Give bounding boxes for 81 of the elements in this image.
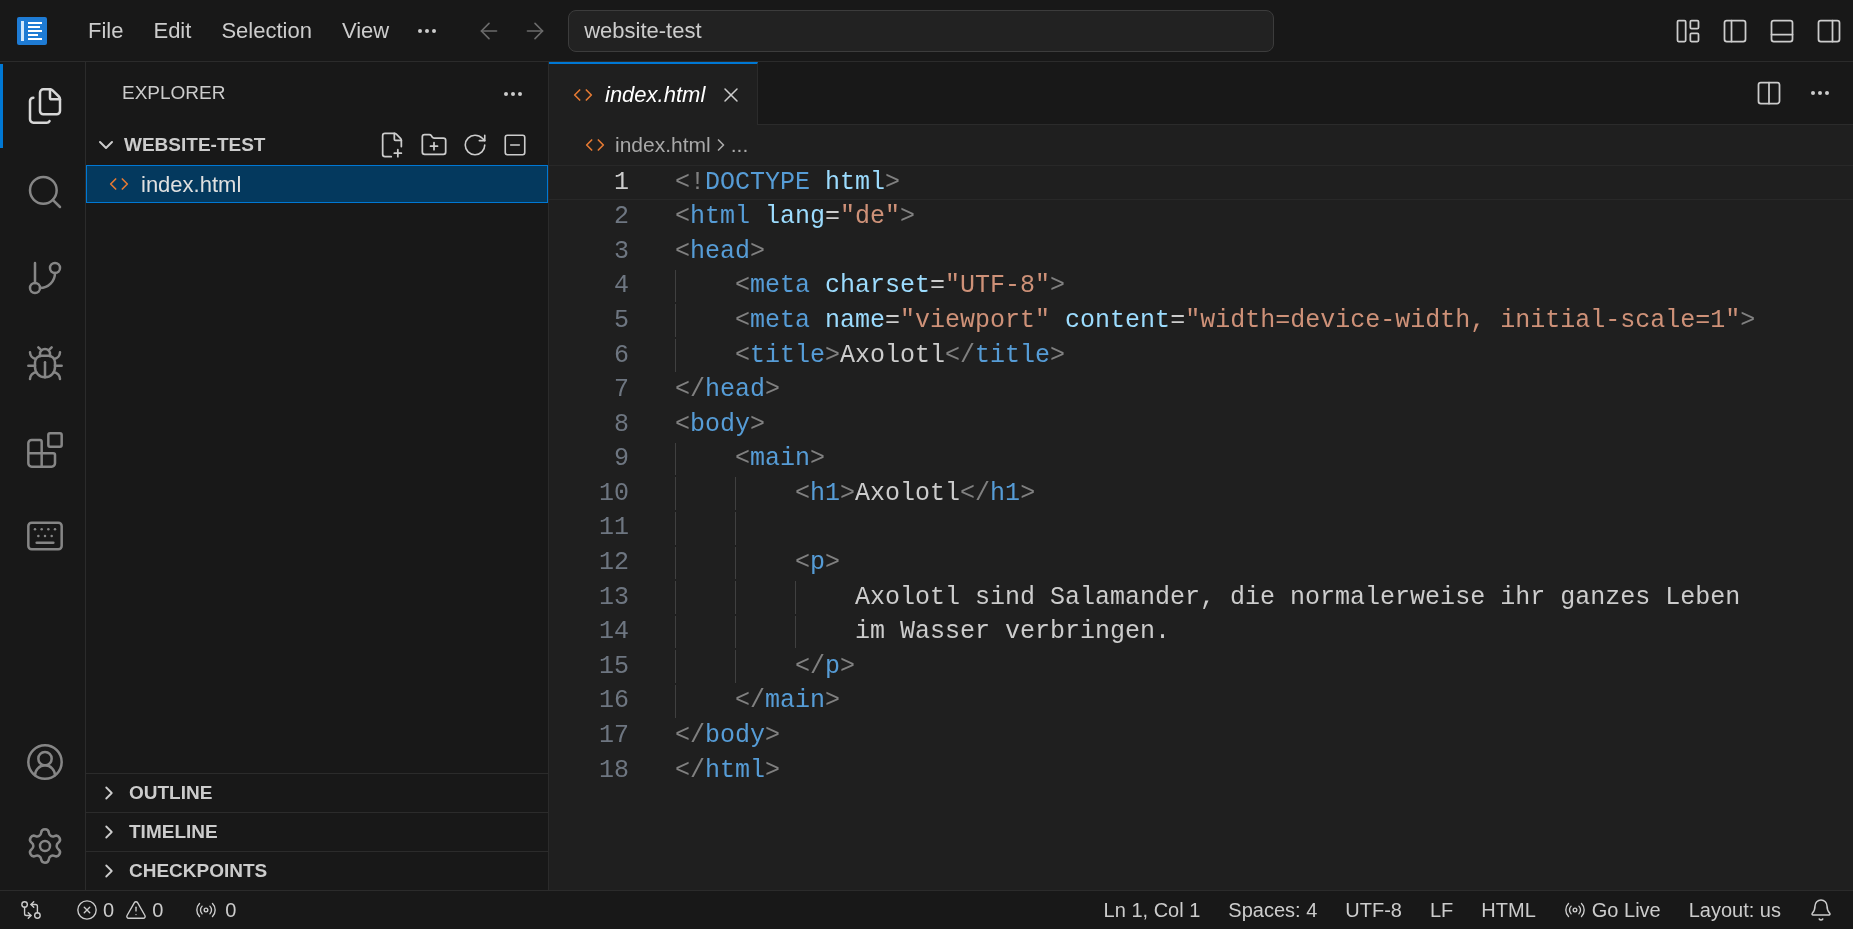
menu-item[interactable]: Edit — [138, 14, 207, 47]
code-line: <body> — [675, 408, 766, 441]
code-line: <meta charset="UTF-8"> — [734, 270, 1066, 303]
more-icon — [1811, 91, 1829, 95]
status-item[interactable]: Go Live — [1563, 895, 1661, 925]
notifications-button[interactable] — [1809, 898, 1833, 922]
line-number: 2 — [613, 201, 629, 234]
collapse-all-button[interactable] — [502, 131, 528, 159]
line-number: 5 — [613, 304, 629, 337]
sidebar-title: EXPLORER — [122, 81, 226, 106]
ports-button[interactable]: 0 — [195, 895, 237, 925]
code-line: </html> — [675, 754, 781, 787]
port-count: 0 — [225, 898, 237, 923]
line-number: 13 — [598, 581, 629, 614]
warning-count: 0 — [152, 898, 164, 923]
section-title: OUTLINE — [129, 780, 213, 805]
line-number: 17 — [598, 720, 629, 753]
warning-icon — [125, 899, 148, 921]
line-number: 14 — [598, 616, 629, 649]
error-count: 0 — [103, 898, 115, 923]
editor-tab[interactable]: index.html — [549, 62, 759, 125]
line-number: 8 — [613, 408, 629, 441]
more-button[interactable] — [504, 91, 522, 96]
line-number: 12 — [598, 547, 629, 580]
remote-button[interactable] — [20, 899, 42, 921]
line-number: 1 — [613, 166, 629, 199]
status-item[interactable]: Spaces: 4 — [1228, 895, 1318, 925]
status-item[interactable]: HTML — [1481, 895, 1536, 925]
line-number: 6 — [613, 339, 629, 372]
explorer-row[interactable]: index.html — [86, 165, 548, 203]
code-line: </main> — [734, 685, 841, 718]
status-item[interactable]: UTF-8 — [1345, 895, 1402, 925]
folder-header[interactable]: WEBSITE-TEST — [86, 125, 548, 165]
tab-label: index.html — [605, 81, 706, 109]
code-line: </body> — [675, 720, 781, 753]
code-line: im Wasser verbringen. — [854, 616, 1171, 649]
code-line: <main> — [734, 443, 826, 476]
line-number: 15 — [598, 650, 629, 683]
line-number: 16 — [598, 685, 629, 718]
code-line: </head> — [675, 374, 781, 407]
section-title: CHECKPOINTS — [129, 858, 268, 883]
problems-button[interactable]: 0 0 — [76, 895, 164, 925]
more-button[interactable] — [1811, 91, 1829, 95]
line-number: 10 — [598, 477, 629, 510]
code-line: </p> — [794, 650, 856, 683]
line-number: 3 — [613, 235, 629, 268]
line-number: 11 — [598, 512, 629, 545]
code-line: <head> — [675, 235, 766, 268]
account-icon — [24, 742, 65, 782]
section-header[interactable]: OUTLINE — [86, 773, 548, 812]
file-name: index.html — [141, 170, 242, 199]
line-number: 18 — [598, 754, 629, 787]
code-line: <meta name="viewport" content="width=device-width, initial-scale=1"> — [734, 304, 1756, 337]
status-item[interactable]: Ln 1, Col 1 — [1103, 895, 1201, 925]
code-line: <p> — [794, 547, 841, 580]
breadcrumb-item[interactable]: index.html — [615, 129, 711, 161]
code-line: <title>Axolotl</title> — [734, 339, 1066, 372]
more-icon — [418, 28, 437, 33]
section-title: TIMELINE — [129, 819, 218, 844]
line-number: 4 — [613, 270, 629, 303]
code-line: <html lang="de"> — [675, 201, 916, 234]
more-icon — [504, 91, 522, 96]
split-editor-button[interactable] — [1755, 79, 1783, 107]
menu-item[interactable]: View — [326, 14, 405, 47]
breadcrumb-item[interactable]: ... — [730, 129, 749, 161]
app-logo-icon — [17, 16, 47, 45]
error-icon — [76, 899, 98, 921]
section-header[interactable]: TIMELINE — [86, 812, 548, 851]
line-number: 9 — [613, 443, 629, 476]
code-line: Axolotl sind Salamander, die normalerweise ihr ganzes Leben — [854, 581, 1741, 614]
section-header[interactable]: CHECKPOINTS — [86, 851, 548, 890]
line-number: 7 — [613, 374, 629, 407]
menu-item[interactable]: File — [73, 14, 139, 47]
blocks-icon — [24, 430, 65, 470]
status-item[interactable]: Layout: us — [1688, 895, 1781, 925]
code-line: <h1>Axolotl</h1> — [794, 477, 1036, 510]
code-line: <!DOCTYPE html> — [675, 166, 901, 199]
menu-item[interactable]: Selection — [206, 14, 327, 47]
command-center[interactable]: website-test — [568, 9, 1275, 52]
folder-name: WEBSITE-TEST — [124, 132, 266, 157]
status-item[interactable]: LF — [1429, 895, 1454, 925]
